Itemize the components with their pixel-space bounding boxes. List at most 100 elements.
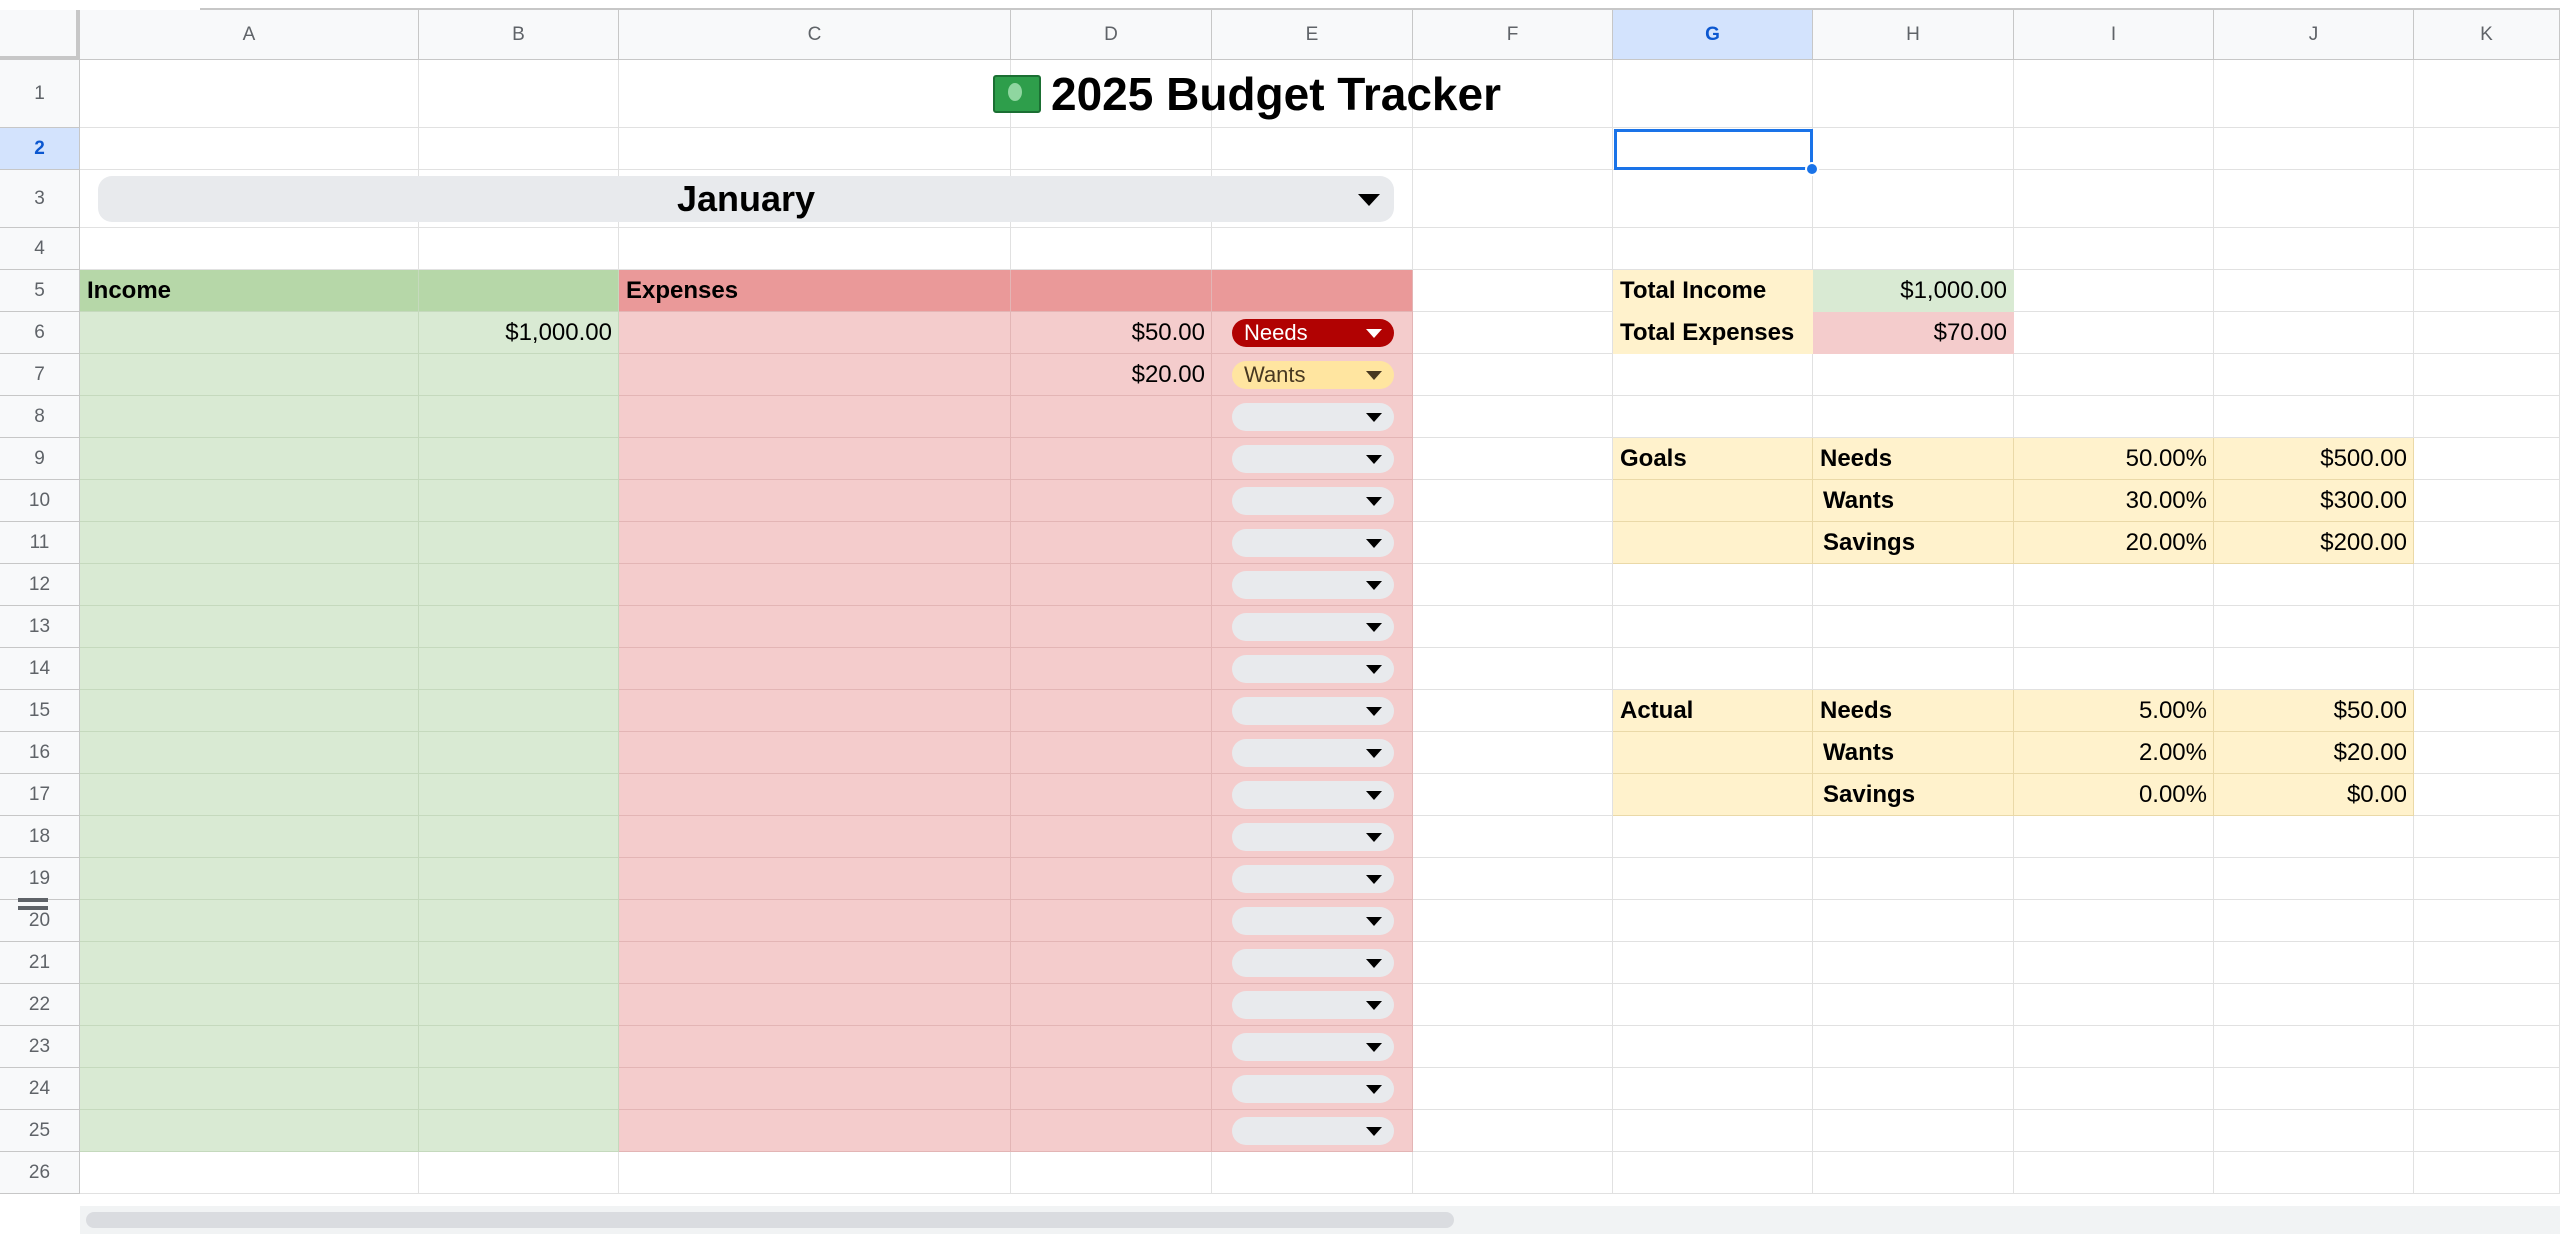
- grid-cell[interactable]: [2014, 396, 2214, 438]
- grid-cell[interactable]: [419, 396, 619, 438]
- grid-cell[interactable]: [2214, 606, 2414, 648]
- category-dropdown-chip[interactable]: [1232, 655, 1394, 683]
- grid-cell[interactable]: [1413, 648, 1613, 690]
- grid-cell[interactable]: [419, 858, 619, 900]
- grid-cell[interactable]: [80, 690, 419, 732]
- grid-cell[interactable]: [2214, 858, 2414, 900]
- grid-cell[interactable]: [619, 312, 1011, 354]
- grid-cell[interactable]: [419, 1110, 619, 1152]
- grid-cell[interactable]: [1413, 732, 1613, 774]
- grid-cell[interactable]: [80, 1110, 419, 1152]
- row-header-21[interactable]: 21: [0, 942, 80, 984]
- grid-cell[interactable]: [619, 774, 1011, 816]
- grid-cell[interactable]: [1413, 312, 1613, 354]
- grid-cell[interactable]: [1413, 480, 1613, 522]
- grid-cell[interactable]: [419, 900, 619, 942]
- row-header-7[interactable]: 7: [0, 354, 80, 396]
- grid-cell[interactable]: [1813, 942, 2014, 984]
- grid-cell[interactable]: [1212, 270, 1413, 312]
- grid-cell[interactable]: [419, 522, 619, 564]
- grid-cell[interactable]: [1613, 774, 1813, 816]
- grid-cell[interactable]: [1413, 438, 1613, 480]
- grid-cell[interactable]: [2214, 1026, 2414, 1068]
- grid-cell[interactable]: [2414, 270, 2560, 312]
- row-header-19[interactable]: 19: [0, 858, 80, 900]
- grid-cell[interactable]: [80, 606, 419, 648]
- grid-cell[interactable]: [2414, 438, 2560, 480]
- grid-cell[interactable]: [1011, 984, 1212, 1026]
- grid-cell[interactable]: [1413, 1152, 1613, 1194]
- grid-cell[interactable]: [1613, 942, 1813, 984]
- category-dropdown-chip[interactable]: [1232, 991, 1394, 1019]
- category-dropdown-chip[interactable]: [1232, 949, 1394, 977]
- grid-cell[interactable]: [1613, 564, 1813, 606]
- expense-amount-cell[interactable]: $20.00: [1011, 354, 1212, 396]
- grid-cell[interactable]: [619, 816, 1011, 858]
- grid-cell[interactable]: [1011, 228, 1212, 270]
- grid-cell[interactable]: [1011, 942, 1212, 984]
- category-dropdown-chip[interactable]: [1232, 529, 1394, 557]
- grid-cell[interactable]: [1212, 228, 1413, 270]
- grid-cell[interactable]: [1413, 816, 1613, 858]
- fill-handle[interactable]: [1805, 162, 1819, 176]
- goals-percent[interactable]: 30.00%: [2014, 480, 2214, 522]
- grid-cell[interactable]: [1413, 396, 1613, 438]
- actual-amount[interactable]: $0.00: [2214, 774, 2414, 816]
- row-header-11[interactable]: 11: [0, 522, 80, 564]
- grid-cell[interactable]: [80, 648, 419, 690]
- grid-cell[interactable]: [1813, 984, 2014, 1026]
- grid-cell[interactable]: [2414, 60, 2560, 128]
- row-header-8[interactable]: 8: [0, 396, 80, 438]
- grid-cell[interactable]: [2014, 900, 2214, 942]
- grid-cell[interactable]: [2214, 816, 2414, 858]
- row-header-15[interactable]: 15: [0, 690, 80, 732]
- grid-cell[interactable]: [1011, 128, 1212, 170]
- grid-cell[interactable]: [419, 942, 619, 984]
- grid-cell[interactable]: [1011, 774, 1212, 816]
- grid-cell[interactable]: [80, 774, 419, 816]
- row-header-14[interactable]: 14: [0, 648, 80, 690]
- grid-cell[interactable]: [619, 900, 1011, 942]
- row-header-18[interactable]: 18: [0, 816, 80, 858]
- grid-cell[interactable]: [80, 438, 419, 480]
- grid-cell[interactable]: [2014, 648, 2214, 690]
- row-header-1[interactable]: 1: [0, 60, 80, 128]
- grid-cell[interactable]: [80, 1068, 419, 1110]
- grid-cell[interactable]: [619, 228, 1011, 270]
- category-dropdown-chip[interactable]: [1232, 907, 1394, 935]
- category-dropdown-chip[interactable]: [1232, 487, 1394, 515]
- grid-cell[interactable]: [1813, 228, 2014, 270]
- goals-amount[interactable]: $300.00: [2214, 480, 2414, 522]
- grid-cell[interactable]: [619, 396, 1011, 438]
- category-dropdown-chip[interactable]: Wants: [1232, 361, 1394, 389]
- grid-cell[interactable]: [419, 774, 619, 816]
- grid-cell[interactable]: [619, 522, 1011, 564]
- grid-cell[interactable]: [2414, 606, 2560, 648]
- grid-cell[interactable]: [2214, 1068, 2414, 1110]
- grid-cell[interactable]: [1613, 228, 1813, 270]
- grid-cell[interactable]: [2414, 732, 2560, 774]
- grid-cell[interactable]: [2414, 480, 2560, 522]
- actual-amount[interactable]: $20.00: [2214, 732, 2414, 774]
- grid-cell[interactable]: [419, 1068, 619, 1110]
- category-dropdown-chip[interactable]: [1232, 445, 1394, 473]
- grid-cell[interactable]: [1011, 396, 1212, 438]
- grid-cell[interactable]: [1613, 1026, 1813, 1068]
- grid-cell[interactable]: [2014, 312, 2214, 354]
- chevron-down-icon[interactable]: [1366, 497, 1382, 506]
- grid-cell[interactable]: [1813, 648, 2014, 690]
- row-header-10[interactable]: 10: [0, 480, 80, 522]
- grid-cell[interactable]: [619, 606, 1011, 648]
- chevron-down-icon[interactable]: [1366, 833, 1382, 842]
- grid-cell[interactable]: [619, 858, 1011, 900]
- row-header-22[interactable]: 22: [0, 984, 80, 1026]
- goals-amount[interactable]: $500.00: [2214, 438, 2414, 480]
- grid-cell[interactable]: [2014, 816, 2214, 858]
- total-income-value[interactable]: $1,000.00: [1813, 270, 2014, 312]
- grid-cell[interactable]: [1413, 606, 1613, 648]
- grid-cell[interactable]: [1813, 1068, 2014, 1110]
- row-header-16[interactable]: 16: [0, 732, 80, 774]
- grid-cell[interactable]: [2214, 354, 2414, 396]
- row-header-5[interactable]: 5: [0, 270, 80, 312]
- grid-cell[interactable]: [80, 564, 419, 606]
